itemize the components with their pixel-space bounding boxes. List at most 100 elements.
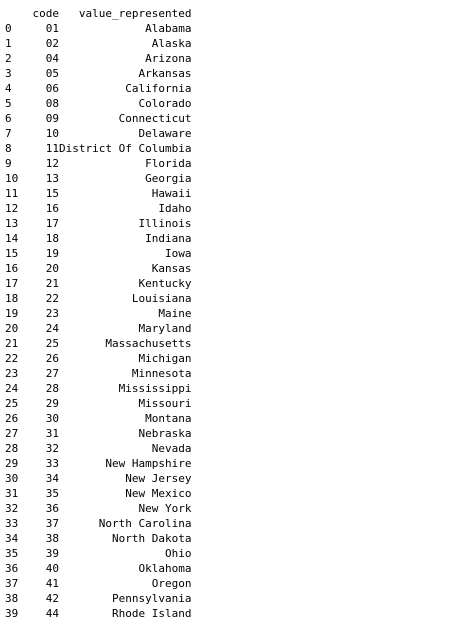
table-row: 33 37 North Carolina (5, 516, 191, 531)
value-represented-cell: District Of Columbia (59, 142, 192, 155)
table-row: 18 22 Louisiana (5, 291, 191, 306)
row-index: 13 (5, 217, 19, 230)
value-represented-cell: Illinois (138, 217, 192, 230)
code-cell: 39 (45, 547, 59, 560)
value-represented-cell: Connecticut (118, 112, 192, 125)
code-cell: 35 (45, 487, 59, 500)
row-index: 14 (5, 232, 19, 245)
table-row: 17 21 Kentucky (5, 276, 191, 291)
value-represented-cell: North Dakota (111, 532, 192, 545)
value-represented-cell: New Jersey (125, 472, 192, 485)
value-represented-cell: Hawaii (151, 187, 192, 200)
code-cell: 19 (45, 247, 59, 260)
value-represented-cell: Massachusetts (105, 337, 192, 350)
table-row: 9 12 Florida (5, 156, 191, 171)
value-represented-cell: Oklahoma (138, 562, 192, 575)
value-represented-cell: Kansas (151, 262, 192, 275)
value-represented-cell: Alabama (145, 22, 192, 35)
value-represented-cell: Colorado (138, 97, 192, 110)
table-row: 1 02 Alaska (5, 36, 191, 51)
row-index: 10 (5, 172, 19, 185)
value-represented-cell: New Mexico (125, 487, 192, 500)
table-row: 25 29 Missouri (5, 396, 191, 411)
row-index: 24 (5, 382, 19, 395)
value-represented-cell: Florida (145, 157, 192, 170)
code-cell: 40 (45, 562, 59, 575)
value-represented-cell: Arkansas (138, 67, 192, 80)
row-index: 27 (5, 427, 19, 440)
row-index: 0 (5, 22, 12, 35)
header-row: code value_represented (5, 6, 192, 21)
table-row: 8 11 District Of Columbia (5, 141, 191, 156)
value-represented-cell: Idaho (158, 202, 192, 215)
table-row: 7 10 Delaware (5, 126, 191, 141)
value-represented-cell: Michigan (138, 352, 192, 365)
code-cell: 24 (45, 322, 59, 335)
row-index: 30 (5, 472, 19, 485)
code-cell: 36 (45, 502, 59, 515)
code-cell: 42 (45, 592, 59, 605)
code-cell: 15 (45, 187, 59, 200)
row-index: 22 (5, 352, 19, 365)
row-index: 3 (5, 67, 12, 80)
table-row: 28 32 Nevada (5, 441, 191, 456)
row-index: 31 (5, 487, 19, 500)
table-row: 32 36 New York (5, 501, 191, 516)
table-row: 24 28 Mississippi (5, 381, 191, 396)
value-represented-cell: California (125, 82, 192, 95)
row-index: 7 (5, 127, 12, 140)
code-cell: 12 (45, 157, 59, 170)
code-cell: 16 (45, 202, 59, 215)
code-cell: 09 (45, 112, 59, 125)
value-represented-cell: Rhode Island (111, 607, 192, 620)
row-index: 39 (5, 607, 19, 620)
table-row: 21 25 Massachusetts (5, 336, 191, 351)
row-index: 34 (5, 532, 19, 545)
code-cell: 28 (45, 382, 59, 395)
table-row: 2 04 Arizona (5, 51, 191, 66)
row-index: 28 (5, 442, 19, 455)
value-represented-cell: Arizona (145, 52, 192, 65)
code-cell: 33 (45, 457, 59, 470)
table-row: 5 08 Colorado (5, 96, 191, 111)
row-index: 6 (5, 112, 12, 125)
column-header-code: code (32, 7, 60, 20)
value-represented-cell: Nevada (151, 442, 192, 455)
value-represented-cell: New Hampshire (105, 457, 192, 470)
row-index: 38 (5, 592, 19, 605)
dataframe-table: code value_represented 0 01 Alabama 1 02 Alas… (5, 6, 191, 621)
code-cell: 21 (45, 277, 59, 290)
row-index: 23 (5, 367, 19, 380)
row-index: 21 (5, 337, 19, 350)
row-index: 35 (5, 547, 19, 560)
row-index: 11 (5, 187, 19, 200)
row-index: 36 (5, 562, 19, 575)
code-cell: 04 (45, 52, 59, 65)
table-row: 14 18 Indiana (5, 231, 191, 246)
row-index: 37 (5, 577, 19, 590)
row-index: 16 (5, 262, 19, 275)
value-represented-cell: Minnesota (131, 367, 192, 380)
table-row: 37 41 Oregon (5, 576, 191, 591)
value-represented-cell: Maine (158, 307, 192, 320)
row-index: 8 (5, 142, 12, 155)
code-cell: 41 (45, 577, 59, 590)
row-index: 12 (5, 202, 19, 215)
table-row: 13 17 Illinois (5, 216, 191, 231)
row-index: 4 (5, 82, 12, 95)
row-index: 2 (5, 52, 12, 65)
table-row: 26 30 Montana (5, 411, 191, 426)
table-row: 23 27 Minnesota (5, 366, 191, 381)
code-cell: 26 (45, 352, 59, 365)
value-represented-cell: Louisiana (131, 292, 192, 305)
table-row: 11 15 Hawaii (5, 186, 191, 201)
code-cell: 05 (45, 67, 59, 80)
value-represented-cell: North Carolina (98, 517, 192, 530)
code-cell: 01 (45, 22, 59, 35)
code-cell: 17 (45, 217, 59, 230)
table-row: 35 39 Ohio (5, 546, 191, 561)
value-represented-cell: Mississippi (118, 382, 192, 395)
row-index: 33 (5, 517, 19, 530)
code-cell: 22 (45, 292, 59, 305)
code-cell: 10 (45, 127, 59, 140)
